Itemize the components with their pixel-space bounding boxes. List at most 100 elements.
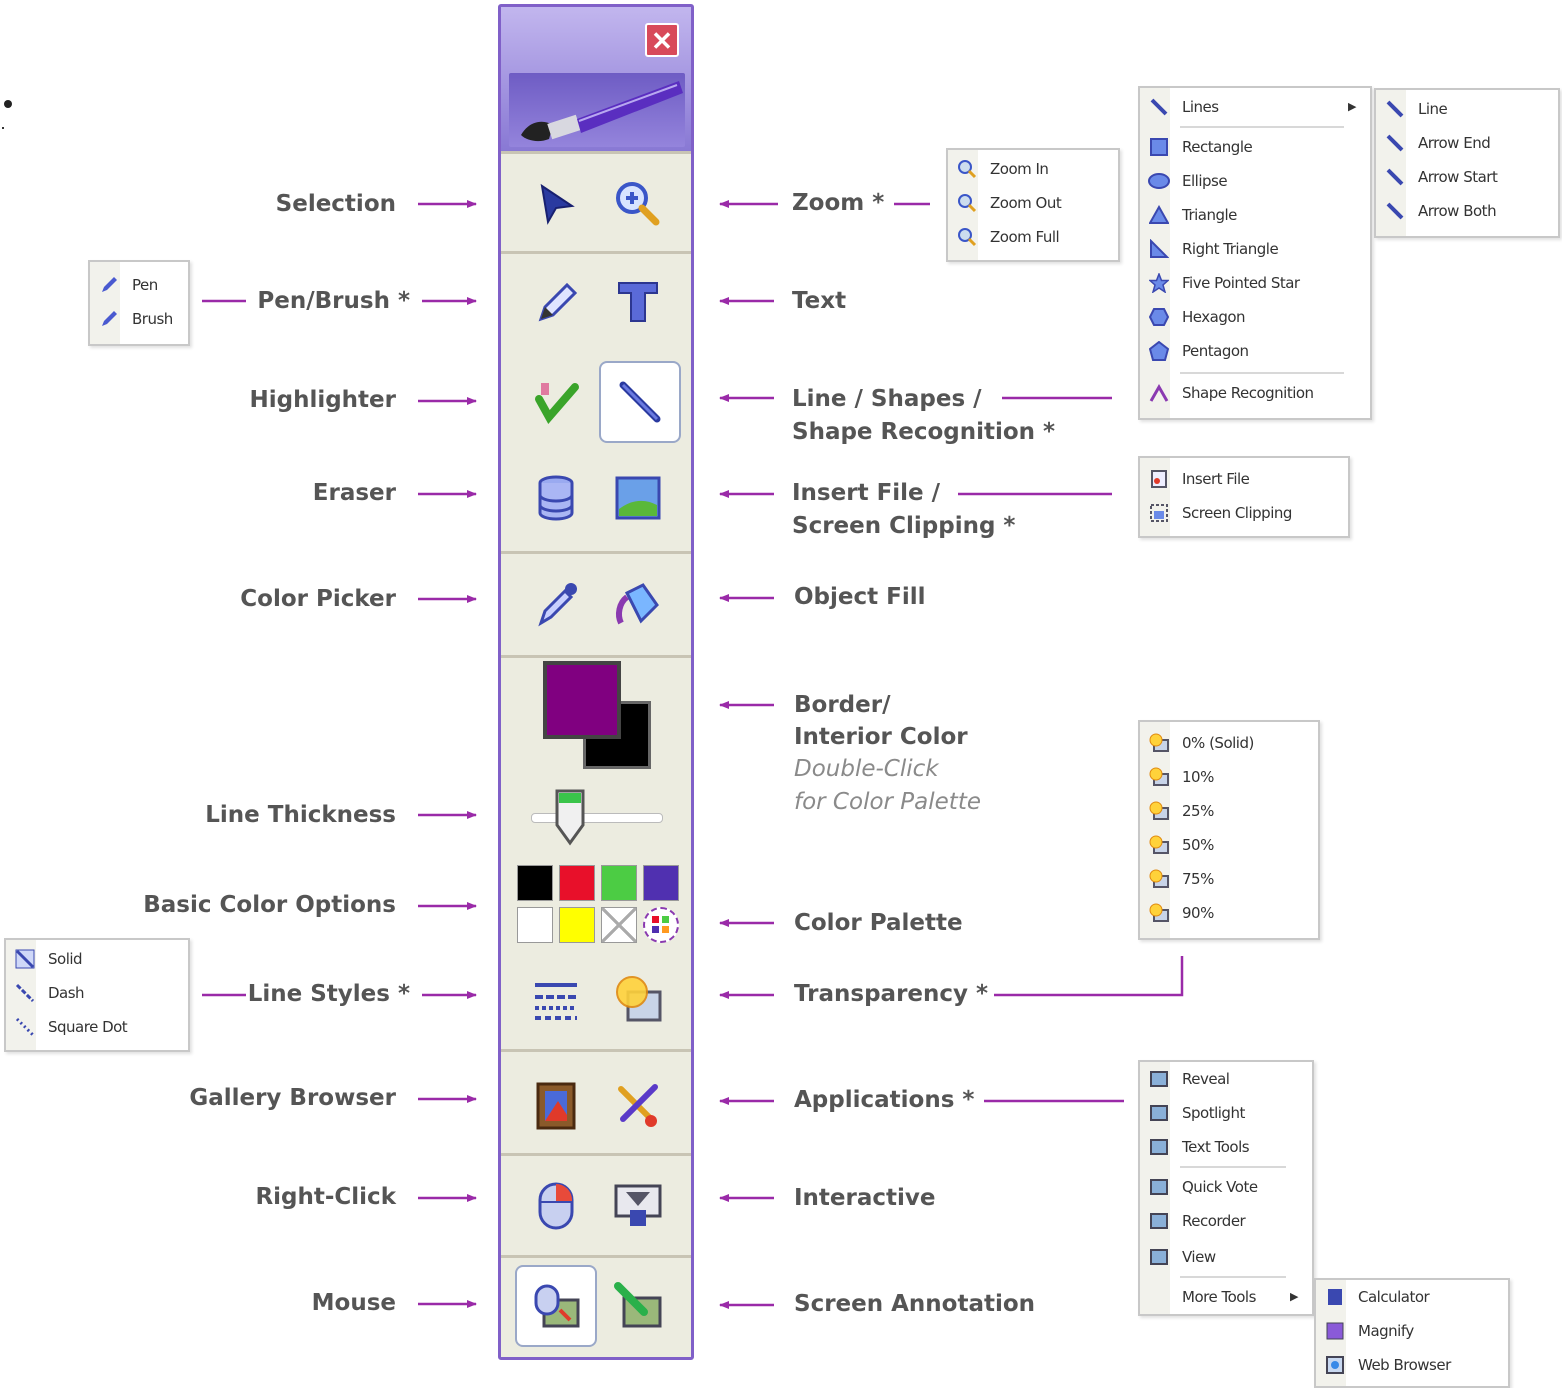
- transparency-menu-item[interactable]: 90%: [1148, 898, 1214, 928]
- label-zoom: Zoom *: [792, 190, 885, 216]
- transparency-menu-item[interactable]: 50%: [1148, 830, 1214, 860]
- applications-menu-item[interactable]: Reveal: [1148, 1064, 1230, 1094]
- lines-submenu-item[interactable]: Arrow End: [1384, 128, 1491, 158]
- insert-file-menu-item[interactable]: Insert File: [1148, 464, 1250, 494]
- line-styles-menu-item[interactable]: Dash: [14, 978, 85, 1008]
- pen-brush-menu-item[interactable]: Pen: [98, 270, 158, 300]
- line-thickness-slider[interactable]: [531, 813, 663, 823]
- transparency-menu-item[interactable]: 10%: [1148, 762, 1214, 792]
- text-icon[interactable]: [607, 271, 669, 333]
- eraser-icon[interactable]: [525, 467, 587, 529]
- more-tools-submenu-item[interactable]: Web Browser: [1324, 1350, 1451, 1380]
- color-swatch-red[interactable]: [559, 865, 595, 901]
- line-shapes-icon[interactable]: [599, 361, 681, 443]
- zoom-icon[interactable]: [607, 173, 669, 235]
- zoom-menu-item-label: Zoom Out: [990, 194, 1062, 212]
- trans-icon: [1148, 834, 1170, 856]
- line-styles-menu-item[interactable]: Square Dot: [14, 1012, 128, 1042]
- transparency-icon[interactable]: [607, 969, 669, 1031]
- applications-icon[interactable]: [607, 1075, 669, 1137]
- border-color-swatch[interactable]: [543, 661, 621, 739]
- lines-submenu-item[interactable]: Arrow Start: [1384, 162, 1498, 192]
- interactive-icon[interactable]: [607, 1175, 669, 1237]
- screen-annotation-icon[interactable]: [607, 1275, 669, 1337]
- lines-submenu-item-label: Line: [1418, 100, 1448, 118]
- mouse-mode-icon[interactable]: [515, 1265, 597, 1347]
- color-swatch-no-color[interactable]: [601, 907, 637, 943]
- line-styles-menu-item-label: Dash: [48, 984, 85, 1002]
- calc-icon: [1324, 1286, 1346, 1308]
- selection-arrow-icon[interactable]: [525, 173, 587, 235]
- highlighter-icon[interactable]: [525, 371, 587, 433]
- lines-submenu-item-label: Arrow Start: [1418, 168, 1498, 186]
- line-icon: [1384, 200, 1406, 222]
- label-highlighter: Highlighter: [249, 387, 396, 413]
- shapes-menu-item[interactable]: Rectangle: [1148, 132, 1253, 162]
- line-styles-icon[interactable]: [525, 969, 587, 1031]
- mouse-icon[interactable]: [525, 1175, 587, 1237]
- toolbar-separator: [501, 1153, 691, 1156]
- zoom-menu-item[interactable]: Zoom Out: [956, 188, 1062, 218]
- label-color-palette: Color Palette: [794, 910, 963, 936]
- line-icon: [1384, 132, 1406, 154]
- shapes-menu-item[interactable]: Five Pointed Star: [1148, 268, 1300, 298]
- shapes-menu-item[interactable]: Hexagon: [1148, 302, 1246, 332]
- pent-icon: [1148, 340, 1170, 362]
- zoom-menu-item[interactable]: Zoom Full: [956, 222, 1060, 252]
- shapes-menu-item[interactable]: Lines: [1148, 92, 1219, 122]
- more-tools-submenu-item[interactable]: Magnify: [1324, 1316, 1414, 1346]
- toolbar-separator: [501, 251, 691, 254]
- shapes-menu-item[interactable]: Right Triangle: [1148, 234, 1279, 264]
- transparency-menu-item-label: 25%: [1182, 802, 1214, 820]
- applications-menu-item[interactable]: Text Tools: [1148, 1132, 1250, 1162]
- applications-menu-item[interactable]: Spotlight: [1148, 1098, 1245, 1128]
- shapes-menu-item-label: Five Pointed Star: [1182, 274, 1300, 292]
- applications-menu-item[interactable]: Recorder: [1148, 1206, 1246, 1236]
- color-picker-icon[interactable]: [525, 573, 587, 635]
- insert-file-menu-item[interactable]: Screen Clipping: [1148, 498, 1292, 528]
- color-swatch-yellow[interactable]: [559, 907, 595, 943]
- pen-brush-menu-item[interactable]: Brush: [98, 304, 173, 334]
- line-styles-menu-item[interactable]: Solid: [14, 944, 83, 974]
- applications-menu-item[interactable]: View: [1148, 1242, 1216, 1272]
- applications-menu-item-label: Recorder: [1182, 1212, 1246, 1230]
- app-icon: [1148, 1176, 1170, 1198]
- menu-separator: [1180, 1166, 1286, 1168]
- clip-icon: [1148, 502, 1170, 524]
- zoom-menu-item-label: Zoom Full: [990, 228, 1060, 246]
- shapes-menu-item[interactable]: Shape Recognition: [1148, 378, 1314, 408]
- zoom-icon: [956, 158, 978, 180]
- color-swatch-purple[interactable]: [643, 865, 679, 901]
- app-icon: [1148, 1102, 1170, 1124]
- applications-menu-item[interactable]: Quick Vote: [1148, 1172, 1258, 1202]
- color-palette-icon[interactable]: [643, 907, 679, 943]
- line-thickness-thumb[interactable]: [555, 787, 585, 847]
- transparency-menu-item[interactable]: 0% (Solid): [1148, 728, 1254, 758]
- shapes-menu-item[interactable]: Pentagon: [1148, 336, 1249, 366]
- pen-icon[interactable]: [525, 271, 587, 333]
- applications-menu-item[interactable]: More Tools: [1148, 1282, 1256, 1312]
- more-tools-submenu-item[interactable]: Calculator: [1324, 1282, 1430, 1312]
- shapes-menu-item[interactable]: Ellipse: [1148, 166, 1228, 196]
- transparency-menu-item[interactable]: 25%: [1148, 796, 1214, 826]
- paintbrush-icon: [509, 73, 685, 147]
- pen-icon: [98, 308, 120, 330]
- gallery-browser-icon[interactable]: [525, 1075, 587, 1137]
- transparency-menu-item[interactable]: 75%: [1148, 864, 1214, 894]
- color-swatch-black[interactable]: [517, 865, 553, 901]
- label-object-fill: Object Fill: [794, 584, 926, 610]
- color-swatch-white[interactable]: [517, 907, 553, 943]
- label-line-styles: Line Styles *: [247, 981, 410, 1007]
- zoom-menu-item[interactable]: Zoom In: [956, 154, 1049, 184]
- color-swatch-green[interactable]: [601, 865, 637, 901]
- object-fill-icon[interactable]: [607, 573, 669, 635]
- pen-brush-menu: Pen Brush: [88, 260, 190, 346]
- close-icon[interactable]: ✕: [645, 23, 679, 57]
- shapes-menu-item[interactable]: Triangle: [1148, 200, 1237, 230]
- shapes-menu-item-label: Hexagon: [1182, 308, 1246, 326]
- insert-image-icon[interactable]: [607, 467, 669, 529]
- label-line-shapes-2: Shape Recognition *: [792, 419, 1056, 445]
- label-line-shapes-1: Line / Shapes /: [792, 386, 982, 412]
- lines-submenu-item[interactable]: Arrow Both: [1384, 196, 1497, 226]
- lines-submenu-item[interactable]: Line: [1384, 94, 1448, 124]
